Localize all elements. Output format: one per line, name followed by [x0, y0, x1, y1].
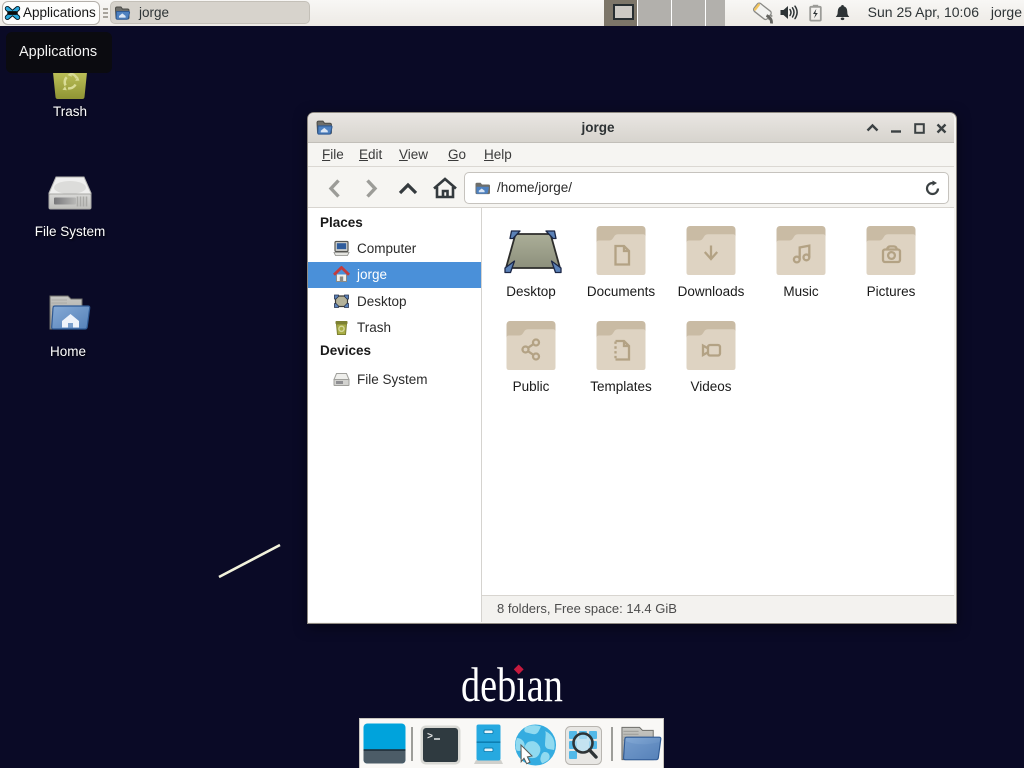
svg-text:>: > — [427, 732, 433, 743]
